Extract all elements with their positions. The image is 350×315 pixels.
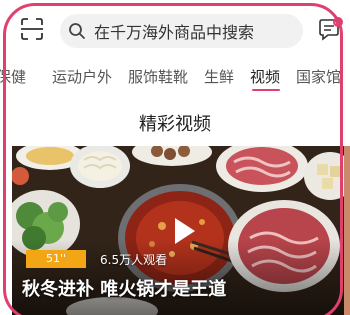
message-icon[interactable]: ⋯ [317,16,345,44]
svg-text:⋯: ⋯ [335,19,342,27]
section-title: 精彩视频 [139,114,211,135]
search-icon [69,23,85,39]
video-title: 秋冬进补 唯火锅才是王道 [22,279,227,300]
play-icon[interactable] [163,212,201,250]
active-tab-indicator [252,89,280,91]
view-count: 6.5万人观看 [100,252,168,267]
tab-sports-outdoor[interactable]: 运动户外 [52,66,112,87]
tab-health[interactable]: 保健 [0,66,26,87]
category-tabs: 保健 运动户外 服饰鞋靴 生鲜 视频 国家馆 [0,56,350,94]
duration-badge: 51'' [26,250,86,268]
search-placeholder: 在千万海外商品中搜索 [94,23,255,42]
app-screen: 在千万海外商品中搜索 ⋯ 保健 运动户外 服饰鞋靴 生鲜 视频 国家馆 精彩视频 [0,0,350,315]
scan-icon[interactable] [20,17,44,41]
tab-country-pavilion[interactable]: 国家馆 [296,66,341,87]
video-meta: 51'' 6.5万人观看 [26,250,167,268]
tab-fresh[interactable]: 生鲜 [204,66,234,87]
tab-apparel-shoes[interactable]: 服饰鞋靴 [128,66,188,87]
next-video-card[interactable] [344,146,350,315]
search-input[interactable]: 在千万海外商品中搜索 [60,14,303,48]
top-bar: 在千万海外商品中搜索 ⋯ [0,0,350,56]
tab-video[interactable]: 视频 [250,66,280,87]
